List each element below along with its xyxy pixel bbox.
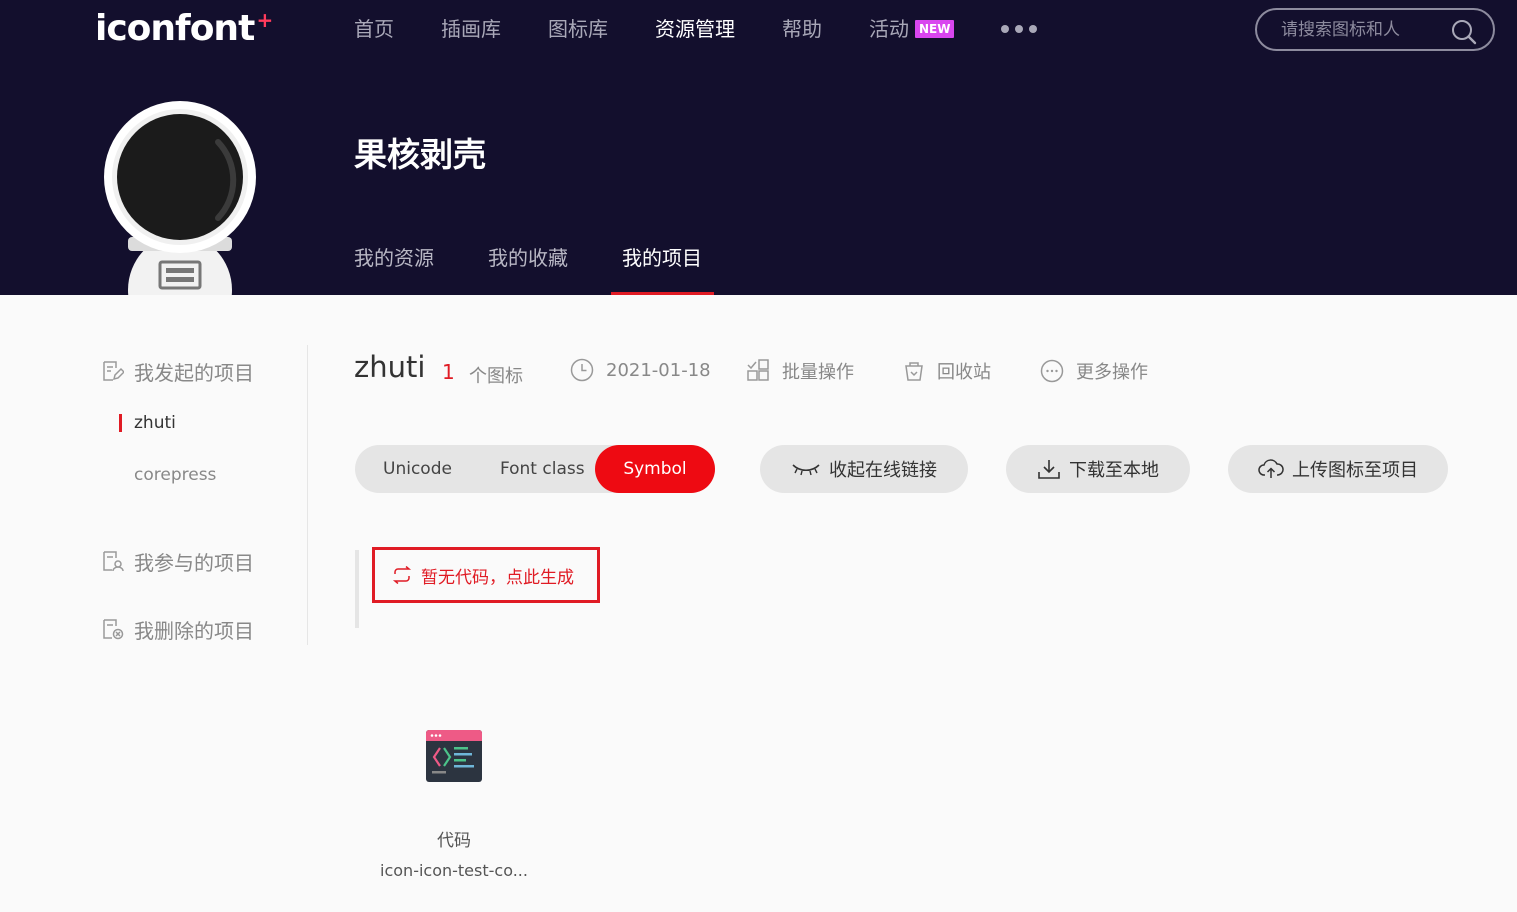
format-symbol[interactable]: Symbol [595, 445, 715, 493]
project-title: zhuti [354, 350, 426, 384]
cloud-upload-icon [1258, 459, 1284, 478]
nav-home[interactable]: 首页 [354, 14, 394, 44]
search-input[interactable] [1281, 19, 1441, 40]
sidebar-deleted-label: 我删除的项目 [134, 618, 254, 643]
search-icon[interactable] [1451, 19, 1477, 45]
generate-code-button[interactable]: 暂无代码，点此生成 [372, 547, 600, 603]
batch-operation-label: 批量操作 [782, 362, 854, 383]
nav-help[interactable]: 帮助 [782, 14, 822, 44]
edit-document-icon [103, 361, 124, 381]
more-circle-icon [1040, 359, 1064, 383]
nav-icon-library[interactable]: 图标库 [548, 14, 608, 44]
collapse-link-button[interactable]: 收起在线链接 [760, 445, 968, 493]
tab-my-projects[interactable]: 我的项目 [611, 242, 714, 295]
tab-my-favorites[interactable]: 我的收藏 [488, 242, 568, 295]
upload-label: 上传图标至项目 [1292, 460, 1418, 481]
sidebar-created-label: 我发起的项目 [134, 360, 254, 385]
sidebar-created-projects[interactable]: 我发起的项目 [100, 345, 307, 397]
code-editor-icon [426, 730, 482, 782]
sidebar-joined-projects[interactable]: 我参与的项目 [100, 535, 307, 587]
project-sidebar: 我发起的项目 zhuti corepress 我参与的项目 我删除的项目 [100, 345, 308, 645]
download-button[interactable]: 下载至本地 [1006, 445, 1190, 493]
more-operations-button[interactable]: 更多操作 [1040, 358, 1148, 384]
logo-text: iconfont [95, 8, 255, 49]
new-badge: NEW [915, 20, 955, 38]
format-font-class[interactable]: Font class [480, 445, 613, 493]
sidebar-deleted-projects[interactable]: 我删除的项目 [100, 603, 307, 655]
more-menu-icon[interactable] [1001, 14, 1038, 44]
recycle-bin-icon [905, 362, 923, 381]
upload-button[interactable]: 上传图标至项目 [1228, 445, 1448, 493]
collapse-link-label: 收起在线链接 [829, 460, 937, 481]
download-icon [1038, 460, 1060, 479]
sidebar-project-corepress[interactable]: corepress [100, 449, 307, 501]
deleted-document-icon [103, 619, 124, 640]
icon-code: icon-icon-test-co... [380, 861, 528, 880]
code-area-bar [355, 550, 359, 628]
profile-tabs: 我的资源 我的收藏 我的项目 [354, 242, 756, 295]
search-box [1255, 8, 1495, 51]
icon-name: 代码 [437, 831, 471, 851]
refresh-icon [392, 566, 412, 584]
nav-resource-management[interactable]: 资源管理 [655, 14, 735, 44]
nav-events-label: 活动 [869, 17, 909, 41]
download-label: 下载至本地 [1069, 460, 1159, 481]
generate-code-label: 暂无代码，点此生成 [421, 567, 574, 588]
icon-card[interactable]: 代码 icon-icon-test-co... [370, 720, 538, 880]
sidebar-project-zhuti[interactable]: zhuti [100, 397, 307, 449]
format-unicode[interactable]: Unicode [355, 445, 480, 493]
tab-my-resources[interactable]: 我的资源 [354, 242, 434, 295]
batch-operation-button[interactable]: 批量操作 [746, 358, 854, 384]
avatar[interactable] [100, 100, 260, 295]
batch-grid-icon [747, 359, 769, 381]
profile-name: 果核剥壳 [354, 135, 486, 174]
more-operations-label: 更多操作 [1076, 362, 1148, 383]
recycle-bin-button[interactable]: 回收站 [903, 358, 991, 384]
project-date-text: 2021-01-18 [606, 359, 711, 381]
format-switcher: Unicode Font class Symbol [355, 445, 715, 493]
icon-count-label: 个图标 [469, 366, 523, 387]
top-header: iconfont + 首页 插画库 图标库 资源管理 帮助 活动 NEW 请搜索… [0, 0, 1517, 295]
closed-eye-icon [792, 464, 820, 476]
logo-plus: + [256, 8, 274, 32]
person-document-icon [103, 551, 124, 572]
nav-events[interactable]: 活动 NEW [869, 14, 955, 44]
iconfont-logo[interactable]: iconfont + [95, 8, 273, 49]
sidebar-joined-label: 我参与的项目 [134, 550, 254, 575]
main-nav: 首页 插画库 图标库 资源管理 帮助 活动 NEW [354, 14, 1038, 44]
clock-icon [570, 358, 594, 382]
recycle-bin-label: 回收站 [937, 362, 991, 383]
icon-count: 1 [442, 360, 455, 384]
project-date: 2021-01-18 [570, 358, 711, 382]
nav-illustrations[interactable]: 插画库 [441, 14, 501, 44]
